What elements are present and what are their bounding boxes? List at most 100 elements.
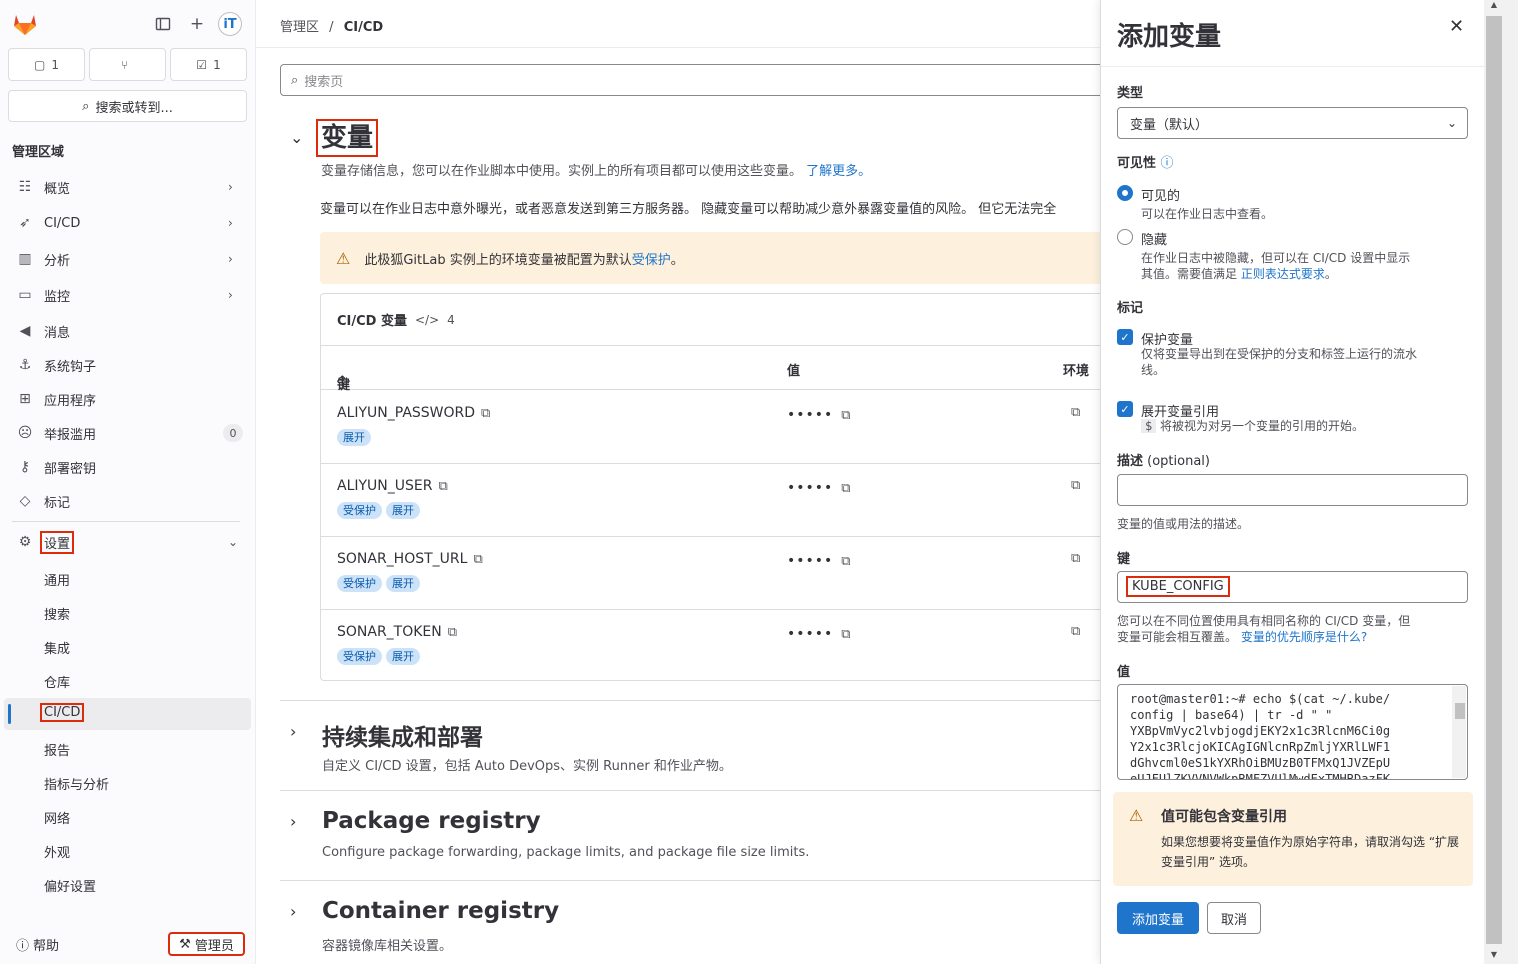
- sidebar-item-overview[interactable]: ☷ 概览 ›: [0, 171, 256, 203]
- sort-arrow-up-icon: ↑: [337, 374, 348, 389]
- sidebar-item-monitoring[interactable]: ▭ 监控 ›: [0, 279, 256, 311]
- chevron-right-icon: ›: [228, 216, 233, 230]
- overview-icon: ☷: [18, 179, 32, 195]
- textarea-scroll-thumb[interactable]: [1455, 703, 1465, 719]
- sidebar-item-abuse-reports[interactable]: ☹ 举报滥用 0: [0, 417, 256, 449]
- copy-icon[interactable]: ⧉: [1071, 405, 1080, 420]
- cancel-button[interactable]: 取消: [1207, 902, 1261, 934]
- sidebar-item-settings[interactable]: ⚙ 设置 ⌄: [0, 526, 256, 558]
- gitlab-logo-icon[interactable]: [12, 11, 38, 37]
- todo-icon: ☑: [196, 57, 208, 72]
- chevron-right-icon[interactable]: ›: [290, 812, 296, 831]
- settings-sub-search[interactable]: 搜索: [44, 604, 70, 623]
- chevron-right-icon[interactable]: ›: [290, 722, 296, 741]
- sidebar-item-applications[interactable]: ⊞ 应用程序: [0, 383, 256, 415]
- copy-icon[interactable]: ⧉: [1071, 478, 1080, 493]
- search-or-goto-button[interactable]: ⌕ 搜索或转到...: [8, 90, 247, 122]
- copy-icon[interactable]: ⧉: [1071, 624, 1080, 639]
- copy-icon[interactable]: ⧉: [841, 627, 851, 642]
- settings-sub-cicd[interactable]: CI/CD: [40, 703, 85, 722]
- settings-sub-reporting[interactable]: 报告: [44, 740, 70, 759]
- variable-precedence-link[interactable]: 变量的优先顺序是什么?: [1241, 630, 1367, 644]
- scroll-up-arrow-icon[interactable]: ▲: [1486, 0, 1502, 14]
- merge-requests-counter[interactable]: ⑂: [89, 48, 166, 81]
- chevron-down-icon: ⌄: [1446, 116, 1457, 130]
- visibility-label: 可见性 ⓘ: [1117, 156, 1174, 171]
- description-input[interactable]: [1117, 474, 1468, 506]
- sidebar-item-messages[interactable]: ◀ 消息: [0, 315, 256, 347]
- table-row: ALIYUN_USER ⧉ 受保护 展开 ••••• ⧉ ⧉: [321, 464, 1139, 537]
- settings-sub-appearance[interactable]: 外观: [44, 842, 70, 861]
- plus-icon[interactable]: +: [185, 12, 209, 36]
- copy-icon[interactable]: ⧉: [841, 554, 851, 569]
- help-button[interactable]: ⓘ 帮助: [16, 935, 59, 954]
- visible-radio[interactable]: [1117, 185, 1133, 201]
- close-icon[interactable]: ✕: [1449, 16, 1464, 37]
- protected-link[interactable]: 受保护: [632, 253, 671, 268]
- toggle-sidebar-icon[interactable]: [151, 12, 175, 36]
- copy-icon[interactable]: ⧉: [1071, 551, 1080, 566]
- breadcrumb: 管理区 / CI/CD: [280, 20, 384, 35]
- copy-icon[interactable]: ⧉: [841, 481, 851, 496]
- chart-icon: ▥: [18, 251, 32, 267]
- add-variable-button[interactable]: 添加变量: [1117, 902, 1199, 934]
- protect-variable-checkbox[interactable]: ✓: [1117, 329, 1133, 345]
- table-header: 键 ↑ 值 环境: [321, 346, 1139, 393]
- admin-button[interactable]: ⚒ 管理员: [168, 932, 245, 956]
- breadcrumb-admin-link[interactable]: 管理区: [280, 20, 319, 35]
- regex-requirements-link[interactable]: 正则表达式要求: [1241, 267, 1325, 281]
- package-registry-title[interactable]: Package registry: [322, 808, 541, 834]
- key-input[interactable]: KUBE_CONFIG: [1117, 571, 1468, 603]
- settings-sub-integrations[interactable]: 集成: [44, 638, 70, 657]
- copy-icon[interactable]: ⧉: [438, 479, 447, 494]
- copy-icon[interactable]: ⧉: [481, 406, 490, 421]
- active-indicator: [8, 704, 11, 724]
- page-scroll-thumb[interactable]: [1486, 16, 1502, 944]
- chevron-down-icon[interactable]: ⌄: [290, 128, 303, 147]
- col-env-header: 环境: [1063, 364, 1090, 379]
- scroll-down-arrow-icon[interactable]: ▼: [1486, 950, 1502, 964]
- chevron-right-icon[interactable]: ›: [290, 902, 296, 921]
- settings-sub-network[interactable]: 网络: [44, 808, 70, 827]
- masked-radio[interactable]: [1117, 229, 1133, 245]
- container-registry-desc: 容器镜像库相关设置。: [322, 939, 453, 954]
- table-row: SONAR_HOST_URL ⧉ 受保护 展开 ••••• ⧉ ⧉: [321, 537, 1139, 610]
- protected-badge: 受保护: [337, 502, 382, 519]
- code-icon: </>: [414, 312, 440, 327]
- learn-more-link[interactable]: 了解更多。: [806, 164, 871, 179]
- protect-variable-help: 仅将变量导出到在受保护的分支和标签上运行的流水 线。: [1141, 347, 1418, 377]
- textarea-scrollbar[interactable]: [1452, 686, 1466, 778]
- bullhorn-icon: ◀: [19, 323, 31, 339]
- type-select[interactable]: 变量（默认） ⌄: [1117, 107, 1468, 139]
- settings-sub-metrics[interactable]: 指标与分析: [44, 774, 109, 793]
- expand-variable-checkbox[interactable]: ✓: [1117, 401, 1133, 417]
- sidebar-item-cicd[interactable]: ➶ CI/CD ›: [0, 207, 256, 239]
- protected-badge: 受保护: [337, 575, 382, 592]
- settings-sub-repository[interactable]: 仓库: [44, 672, 70, 691]
- warning-icon: ⚠: [1129, 806, 1144, 825]
- chevron-down-icon: ⌄: [228, 535, 239, 549]
- cicd-section-title[interactable]: 持续集成和部署: [322, 718, 483, 752]
- copy-icon[interactable]: ⧉: [841, 408, 851, 423]
- monitor-icon: ▭: [18, 287, 32, 303]
- rocket-icon: ➶: [19, 215, 31, 231]
- sidebar-item-system-hooks[interactable]: ⚓ 系统钩子: [0, 349, 256, 381]
- settings-sub-preferences[interactable]: 偏好设置: [44, 876, 96, 895]
- settings-sub-general[interactable]: 通用: [44, 570, 70, 589]
- value-textarea[interactable]: root@master01:~# echo $(cat ~/.kube/ con…: [1117, 684, 1468, 780]
- key-label: 键: [1117, 552, 1131, 567]
- issues-counter[interactable]: ▢ 1: [8, 48, 85, 81]
- container-registry-title[interactable]: Container registry: [322, 898, 559, 924]
- chevron-right-icon: ›: [228, 288, 233, 302]
- sidebar-item-labels[interactable]: ◇ 标记: [0, 485, 256, 517]
- copy-icon[interactable]: ⧉: [448, 625, 457, 640]
- key-help: 您可以在不同位置使用具有相同名称的 CI/CD 变量，但 变量可能会相互覆盖。 …: [1117, 614, 1411, 644]
- question-icon[interactable]: ⓘ: [1161, 156, 1174, 171]
- hook-icon: ⚓: [18, 357, 32, 373]
- protected-alert: ⚠ 此极狐GitLab 实例上的环境变量被配置为默认受保护。: [320, 232, 1120, 284]
- copy-icon[interactable]: ⧉: [473, 552, 482, 567]
- todos-counter[interactable]: ☑ 1: [170, 48, 247, 81]
- sidebar-item-analytics[interactable]: ▥ 分析 ›: [0, 243, 256, 275]
- avatar[interactable]: iT: [218, 12, 242, 36]
- sidebar-item-deploy-keys[interactable]: ⚷ 部署密钥: [0, 451, 256, 483]
